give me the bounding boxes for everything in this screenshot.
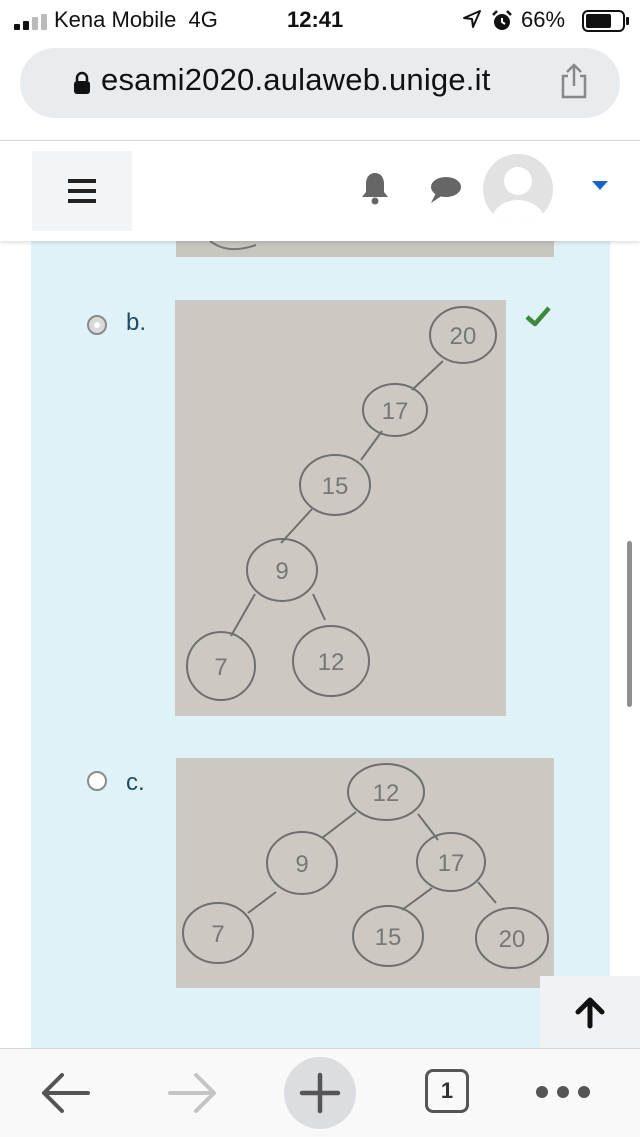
bell-icon[interactable]	[360, 171, 390, 205]
lock-icon	[74, 71, 90, 94]
menu-button[interactable]	[32, 151, 132, 231]
signal-icon	[14, 14, 48, 30]
avatar[interactable]	[483, 154, 553, 224]
location-icon	[463, 10, 481, 28]
caret-down-icon[interactable]	[592, 181, 608, 190]
tree-node-label: 12	[373, 780, 400, 807]
tree-node-label: 15	[375, 924, 402, 951]
new-tab-button[interactable]	[284, 1057, 356, 1129]
option-b-radio[interactable]	[87, 315, 107, 335]
tabs-icon[interactable]: 1	[425, 1069, 469, 1113]
tree-node-label: 17	[438, 850, 465, 877]
tree-node-label: 17	[382, 398, 409, 425]
tree-node-label: 7	[211, 921, 224, 948]
correct-check-icon	[525, 306, 551, 327]
menu-icon	[68, 179, 96, 183]
share-icon[interactable]	[559, 62, 589, 100]
more-icon[interactable]	[535, 1085, 591, 1099]
scrollbar[interactable]	[627, 541, 632, 707]
status-bar: Kena Mobile 4G 12:41 66%	[0, 0, 640, 40]
tree-node-label: 20	[450, 323, 477, 350]
tree-node-label: 12	[318, 649, 345, 676]
alarm-icon	[492, 10, 512, 30]
battery-percent: 66%	[521, 7, 566, 32]
forward-arrow-icon[interactable]	[166, 1071, 220, 1115]
tree-node-label: 9	[295, 851, 308, 878]
browser-toolbar: 1	[0, 1048, 640, 1137]
option-c-tree-image: 12 9 17 7 15 20	[176, 758, 554, 988]
tree-node-label: 9	[275, 558, 288, 585]
option-c-radio[interactable]	[87, 771, 107, 791]
arrow-up-icon	[575, 997, 605, 1029]
option-b-label: b.	[126, 309, 147, 336]
clock: 12:41	[287, 7, 344, 32]
option-b-tree-image: 20 17 15 9 7 12	[175, 300, 506, 716]
previous-option-image	[176, 240, 554, 257]
url-text[interactable]: esami2020.aulaweb.unige.it	[101, 62, 491, 98]
chat-icon[interactable]	[428, 175, 462, 205]
scroll-top-button[interactable]	[540, 976, 640, 1048]
carrier-text: Kena Mobile 4G	[54, 7, 218, 32]
back-arrow-icon[interactable]	[38, 1071, 92, 1115]
tree-node-label: 7	[214, 654, 227, 681]
tree-node-label: 15	[322, 473, 349, 500]
battery-icon	[582, 10, 629, 32]
tree-node-label: 20	[499, 926, 526, 953]
option-c-label: c.	[126, 769, 145, 796]
site-header	[0, 141, 640, 241]
plus-icon	[299, 1072, 341, 1114]
